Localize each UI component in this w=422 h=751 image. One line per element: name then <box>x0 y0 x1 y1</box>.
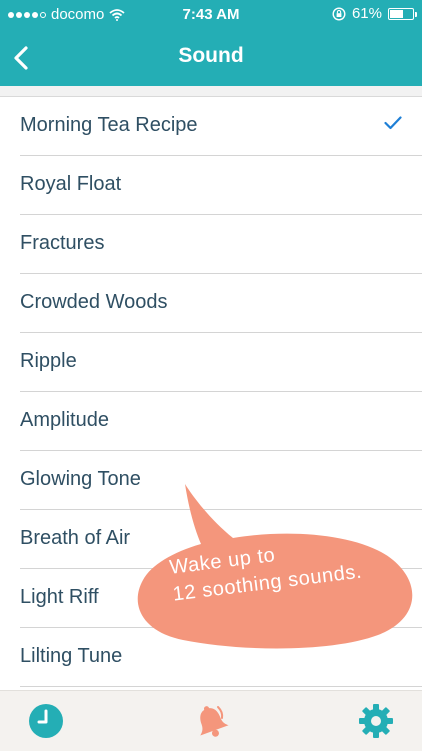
sound-label: Crowded Woods <box>20 291 168 313</box>
orientation-lock-icon <box>332 6 346 21</box>
sound-label: Light Riff <box>20 586 99 608</box>
tab-sound[interactable] <box>193 703 229 739</box>
bell-icon <box>200 706 229 737</box>
sound-label: Lilting Tune <box>20 645 123 667</box>
clock-icon <box>29 704 63 738</box>
nav-bar: Sound <box>0 30 422 86</box>
battery-percent: 61% <box>351 5 382 22</box>
sound-item-royal-float[interactable]: Royal Float <box>20 156 422 215</box>
sound-label: Amplitude <box>20 409 109 431</box>
gear-icon <box>359 704 393 738</box>
tab-alarm-clock[interactable] <box>28 703 64 739</box>
sound-item-amplitude[interactable]: Amplitude <box>20 392 422 451</box>
sound-item-morning-tea-recipe[interactable]: Morning Tea Recipe <box>20 97 422 156</box>
tab-settings[interactable] <box>358 703 394 739</box>
status-bar: docomo 7:43 AM 61% <box>0 0 422 30</box>
tab-bar <box>0 690 422 751</box>
sound-label: Morning Tea Recipe <box>20 114 198 136</box>
status-right: 61% <box>332 5 417 22</box>
sound-label: Royal Float <box>20 173 122 195</box>
sound-item-fractures[interactable]: Fractures <box>20 215 422 274</box>
sound-label: Ripple <box>20 350 77 372</box>
sound-item-ripple[interactable]: Ripple <box>20 333 422 392</box>
page-title: Sound <box>178 44 244 67</box>
sound-label: Fractures <box>20 232 105 254</box>
sound-label: Glowing Tone <box>20 468 141 490</box>
sound-item-crowded-woods[interactable]: Crowded Woods <box>20 274 422 333</box>
promo-speech-bubble: Wake up to 12 soothing sounds. <box>133 480 422 650</box>
sound-label: Breath of Air <box>20 527 131 549</box>
battery-icon <box>388 7 417 20</box>
checkmark-icon <box>384 116 402 130</box>
